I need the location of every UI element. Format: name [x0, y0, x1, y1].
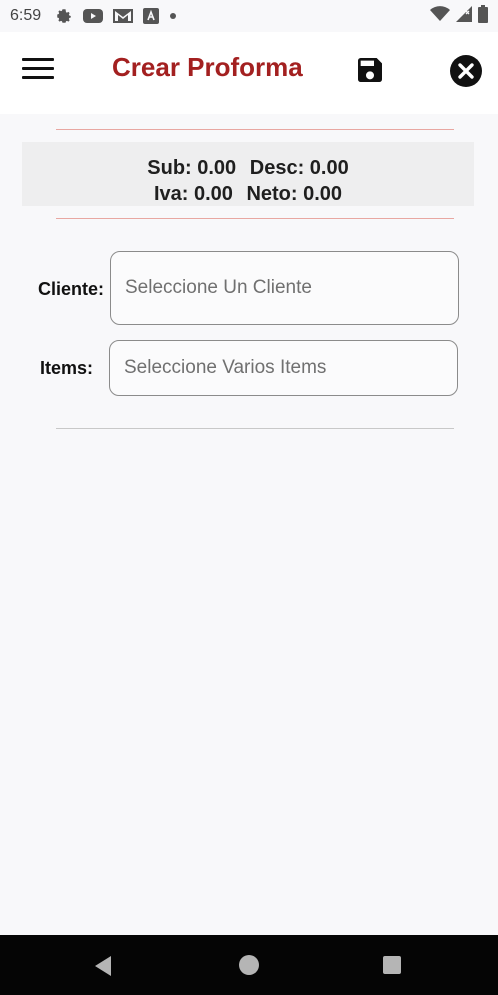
items-select[interactable]: Seleccione Varios Items [109, 340, 458, 396]
divider-top [56, 129, 454, 130]
signal-icon [456, 5, 472, 27]
status-bar: 6:59 [0, 0, 498, 32]
subtotal-value: Sub: 0.00 [147, 157, 237, 179]
floppy-disk-icon [358, 58, 382, 82]
battery-icon [478, 4, 488, 28]
cliente-select[interactable]: Seleccione Un Cliente [110, 251, 459, 325]
back-icon[interactable] [93, 955, 113, 977]
items-placeholder: Seleccione Varios Items [124, 357, 327, 378]
save-button[interactable] [354, 54, 386, 86]
discount-value: Desc: 0.00 [249, 157, 349, 179]
recents-icon[interactable] [383, 956, 401, 974]
wifi-icon [430, 5, 450, 27]
font-a-icon [143, 8, 160, 24]
cliente-label: Cliente: [38, 279, 105, 299]
totals-summary: Sub: 0.00 Desc: 0.00 Iva: 0.00 Neto: 0.0… [22, 142, 474, 206]
iva-value: Iva: 0.00 [153, 183, 233, 205]
system-nav-bar [0, 935, 498, 995]
cliente-placeholder: Seleccione Un Cliente [125, 277, 312, 298]
net-value: Neto: 0.00 [246, 183, 343, 205]
gear-icon [55, 7, 73, 25]
app-bar: Crear Proforma [0, 32, 498, 114]
dot-icon [169, 12, 177, 20]
close-circle-icon [450, 55, 482, 87]
youtube-icon [83, 8, 104, 24]
status-time: 6:59 [10, 7, 42, 24]
items-label: Items: [40, 358, 94, 378]
hamburger-menu-icon[interactable] [22, 58, 54, 84]
home-icon[interactable] [239, 955, 259, 975]
gmail-icon [113, 8, 134, 24]
divider-bottom [56, 218, 454, 219]
close-button[interactable] [449, 54, 483, 88]
form-divider [56, 428, 454, 429]
page-title: Crear Proforma [112, 52, 303, 82]
